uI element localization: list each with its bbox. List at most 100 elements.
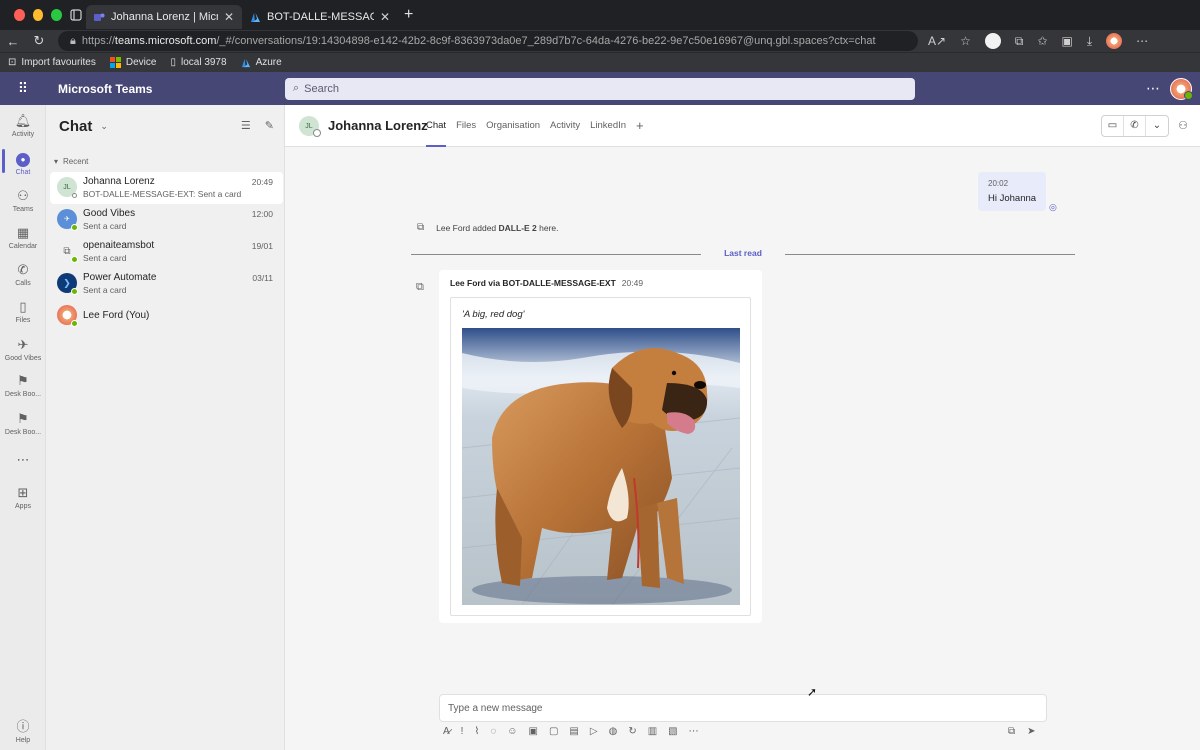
emoji-icon[interactable]: ☺ (507, 726, 517, 737)
message-composer[interactable] (439, 694, 1047, 722)
close-window-button[interactable] (14, 9, 25, 21)
read-aloud-icon[interactable]: A↗ (928, 34, 946, 48)
file-icon: ▯ (19, 299, 27, 314)
chat-time: 03/11 (252, 273, 273, 283)
bot-message[interactable]: Lee Ford via BOT-DALLE-MESSAGE-EXT 20:49 … (439, 270, 762, 623)
import-icon: ⊡ (8, 57, 17, 68)
rail-chat[interactable]: ● Chat (0, 149, 46, 176)
important-icon[interactable]: ! (461, 726, 464, 737)
filter-icon[interactable]: ☰ (241, 119, 251, 132)
more-apps-icon[interactable]: ⋯ (689, 726, 699, 737)
url-host: teams.microsoft.com (114, 35, 217, 47)
rail-apps[interactable]: ⊞ Apps (0, 485, 46, 510)
chat-item-lee-ford[interactable]: Lee Ford (You) (50, 300, 283, 332)
tab-title: Johanna Lorenz | Microsoft Teams (111, 11, 218, 23)
azure-icon (241, 58, 250, 67)
refresh-icon[interactable]: ↻ (628, 726, 636, 737)
tab-actions-icon[interactable] (66, 5, 86, 25)
rail-desk-booking[interactable]: ⚑ Desk Boo... (0, 373, 46, 398)
tab-files[interactable]: Files (456, 105, 476, 147)
rail-desk-booking-2[interactable]: ⚑ Desk Boo... (0, 411, 46, 436)
audio-call-icon[interactable]: ✆ (1124, 116, 1146, 136)
rail-calendar[interactable]: ▦ Calendar (0, 225, 46, 250)
collections-icon[interactable]: ▣ (1061, 34, 1072, 48)
rail-help[interactable]: ⓘ Help (0, 719, 46, 744)
close-tab-icon[interactable]: ✕ (224, 10, 234, 24)
chat-item-good-vibes[interactable]: ✈︎ Good Vibes Sent a card 12:00 (50, 204, 283, 236)
tab-linkedin[interactable]: LinkedIn (590, 105, 626, 147)
browser-profile-avatar[interactable] (1106, 33, 1123, 49)
gif-icon[interactable]: ▣ (529, 726, 538, 737)
format-icon[interactable]: A̷ (443, 726, 450, 737)
rail-teams[interactable]: ⚇ Teams (0, 188, 46, 213)
chat-item-johanna[interactable]: JL Johanna Lorenz BOT-DALLE-MESSAGE-EXT:… (50, 172, 283, 204)
favorites-icon[interactable]: ✩ (1037, 34, 1047, 48)
browser-tab-azure[interactable]: BOT-DALLE-MESSAGE-EXT - Mic ✕ (242, 5, 398, 29)
chat-heading[interactable]: Chat ⌄ (59, 118, 108, 135)
system-event: ⧉ Lee Ford added DALL-E 2 here. (417, 222, 559, 233)
bookmark-import-favourites[interactable]: ⊡ Import favourites (8, 57, 96, 68)
chat-item-openaiteamsbot[interactable]: ⧉ openaiteamsbot Sent a card 19/01 (50, 236, 283, 268)
user-avatar[interactable] (1170, 78, 1193, 100)
chat-name: Power Automate (83, 272, 157, 283)
new-tab-icon[interactable]: + (404, 6, 413, 24)
download-icon[interactable]: ⤓ (1087, 34, 1092, 49)
rail-more[interactable]: ⋯ (0, 452, 46, 470)
tab-activity[interactable]: Activity (550, 105, 580, 147)
send-icon[interactable]: ➤ (1027, 726, 1035, 737)
rail-calls[interactable]: ✆ Calls (0, 262, 46, 287)
stream-icon[interactable]: ▷ (590, 726, 598, 737)
chat-item-power-automate[interactable]: ❯ Power Automate Sent a card 03/11 (50, 268, 283, 300)
approvals-icon[interactable]: ▥ (648, 726, 657, 737)
bookmark-local[interactable]: ▯ local 3978 (170, 57, 226, 68)
status-indicator (71, 288, 78, 295)
forms-icon[interactable]: ▧ (668, 726, 677, 737)
more-options-icon[interactable]: ⋯ (1146, 80, 1160, 97)
dalle-extension-icon[interactable]: ⧉ (1008, 726, 1015, 737)
video-call-icon[interactable]: ▭ (1102, 116, 1124, 136)
loop-icon[interactable]: ◌ (490, 726, 496, 737)
teams-favicon-icon (94, 13, 105, 21)
rail-label: Calendar (8, 243, 38, 250)
url-field[interactable]: 🔒︎ https://teams.microsoft.com/_#/conver… (58, 31, 918, 51)
generated-dog-image[interactable] (462, 328, 740, 605)
bookmark-azure[interactable]: Azure (241, 57, 282, 68)
attach-icon[interactable]: ⌇ (474, 726, 479, 737)
bookmark-device[interactable]: Device (109, 57, 156, 68)
rail-files[interactable]: ▯ Files (0, 299, 46, 324)
reload-icon[interactable]: ↻ (26, 33, 52, 49)
new-chat-icon[interactable]: ✎ (265, 119, 274, 132)
event-prefix: Lee Ford added (436, 222, 499, 233)
rail-good-vibes[interactable]: ✈︎ Good Vibes (0, 337, 46, 362)
minimize-window-button[interactable] (32, 9, 44, 21)
schedule-meeting-icon[interactable]: ▤ (569, 726, 578, 737)
bookmark-label: Azure (255, 57, 282, 68)
tab-title: BOT-DALLE-MESSAGE-EXT - Mic (267, 11, 374, 23)
favorite-star-icon[interactable]: ☆ (960, 34, 971, 48)
maximize-window-button[interactable] (51, 9, 63, 21)
chat-time: 19/01 (251, 241, 273, 251)
close-tab-icon[interactable]: ✕ (380, 10, 390, 24)
recent-section-header[interactable]: ▾ Recent (54, 157, 88, 166)
app-launcher-icon[interactable]: ⠿ (0, 80, 46, 97)
search-input[interactable]: ⌕ Search (285, 77, 915, 100)
tab-chat[interactable]: Chat (426, 105, 447, 147)
chevron-down-icon[interactable]: ⌄ (1146, 116, 1168, 136)
message-header: Lee Ford via BOT-DALLE-MESSAGE-EXT 20:49 (450, 278, 643, 288)
tab-organisation[interactable]: Organisation (486, 105, 540, 147)
extension-icon[interactable] (984, 33, 1001, 49)
chat-list-pane: Chat ⌄ ☰ ✎ ▾ Recent JL Johanna Lorenz BO… (46, 105, 285, 750)
rail-activity[interactable]: 🔔︎ Activity (0, 113, 46, 138)
puzzle-icon[interactable]: ⧉ (1015, 34, 1024, 49)
back-icon[interactable]: ← (0, 34, 26, 49)
people-icon[interactable]: ⚇ (1178, 119, 1188, 132)
mouse-cursor-icon: ➚ (807, 685, 818, 699)
add-tab-icon[interactable]: + (636, 105, 644, 147)
sticker-icon[interactable]: ▢ (549, 726, 558, 737)
outgoing-message[interactable]: 20:02 Hi Johanna (978, 172, 1046, 211)
message-input[interactable] (440, 695, 1046, 721)
browser-tab-teams[interactable]: Johanna Lorenz | Microsoft Teams ✕ (86, 5, 242, 29)
praise-icon[interactable]: ◍ (609, 726, 618, 737)
event-text: Lee Ford added DALL-E 2 here. (436, 223, 558, 233)
browser-menu-icon[interactable]: ⋯ (1136, 34, 1148, 48)
